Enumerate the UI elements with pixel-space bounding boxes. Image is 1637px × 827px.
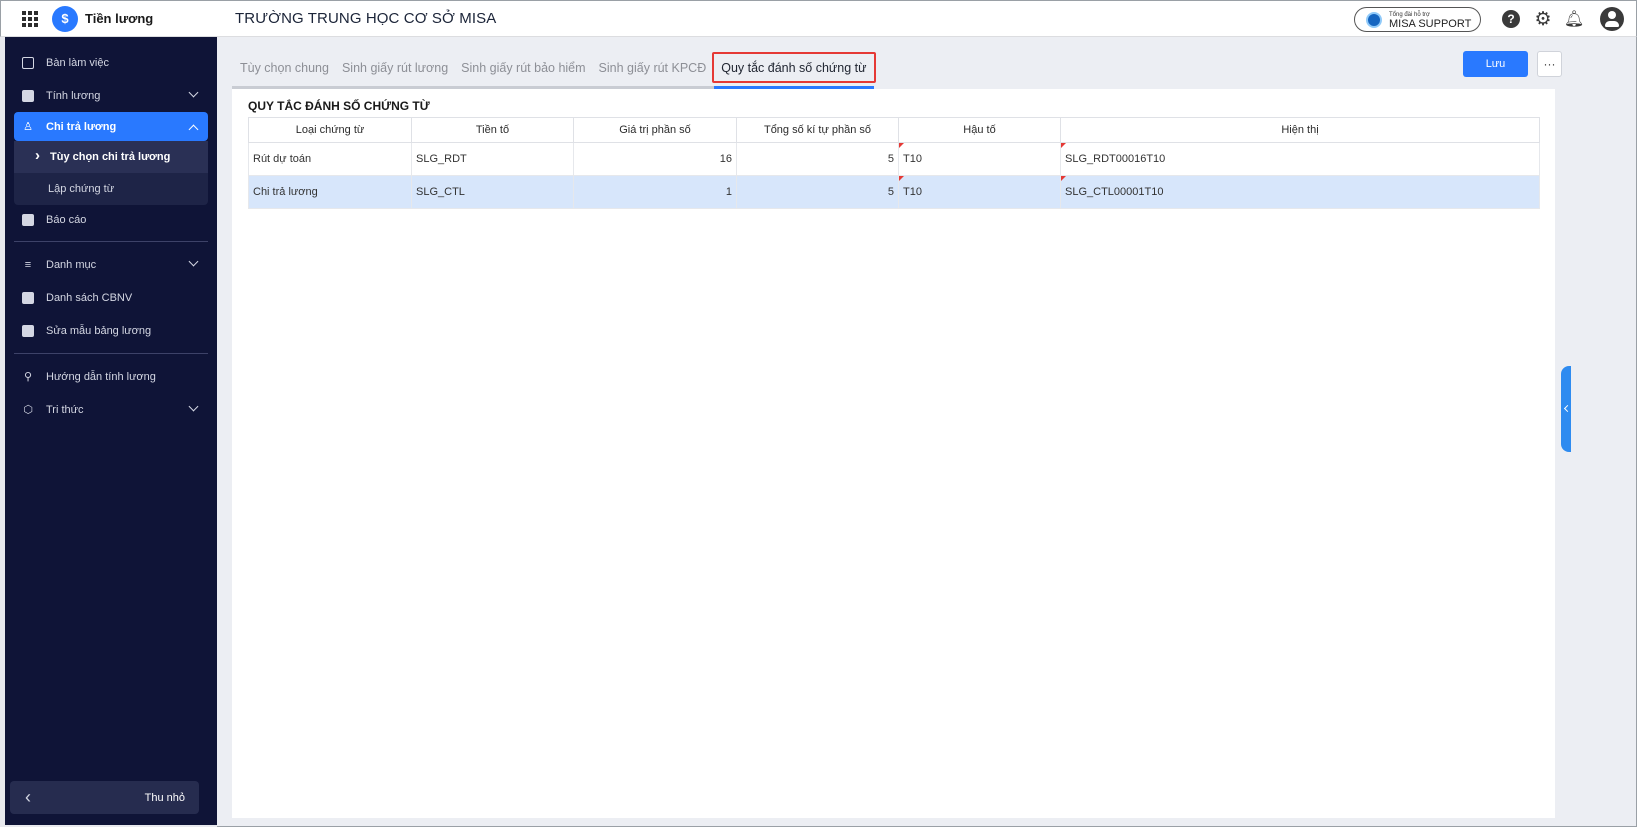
column-header[interactable]: Hậu tố <box>898 117 1061 143</box>
edited-marker <box>1061 176 1066 181</box>
column-header[interactable]: Hiện thị <box>1060 117 1540 143</box>
app-name: Tiền lương <box>85 11 154 26</box>
cell-prefix[interactable]: SLG_RDT <box>411 142 574 176</box>
sidebar-subitem-payment-options[interactable]: Tùy chọn chi trả lương <box>14 141 208 173</box>
support-button[interactable]: Tổng đài hỗ trợ MISA SUPPORT <box>1354 7 1481 32</box>
template-icon <box>22 324 34 337</box>
table-header-row: Loại chứng từ Tiền tố Giá trị phần số Tổ… <box>248 117 1540 143</box>
cell-display: SLG_RDT00016T10 <box>1060 142 1540 176</box>
chevron-down-icon <box>188 401 199 412</box>
help-icon[interactable]: ? <box>1502 10 1520 28</box>
bell-icon[interactable]: 🔔︎ <box>1564 10 1584 28</box>
collapse-label: Thu nhỏ <box>144 791 185 804</box>
sidebar-item-label: Sửa mẫu bảng lương <box>46 324 152 337</box>
apps-grid-icon[interactable] <box>22 10 38 27</box>
tabs-row: Tùy chọn chung Sinh giấy rút lương Sinh … <box>232 51 1628 89</box>
report-icon <box>22 214 34 226</box>
cell-number-value[interactable]: 1 <box>573 175 737 209</box>
highlight-box <box>712 52 876 83</box>
sidebar-item-payroll[interactable]: Tính lương <box>5 79 217 112</box>
table-row[interactable]: Rút dự toán SLG_RDT 16 5 T10 SLG_RDT0001… <box>248 142 1540 176</box>
sidebar: Bàn làm việc Tính lương ♙ Chi trả lương … <box>0 37 217 827</box>
cell-suffix-value: T10 <box>903 153 922 165</box>
sidebar-item-salary-payment[interactable]: ♙ Chi trả lương <box>14 112 208 141</box>
numbering-rules-table: Loại chứng từ Tiền tố Giá trị phần số Tổ… <box>248 117 1540 209</box>
column-header[interactable]: Giá trị phần số <box>573 117 737 143</box>
knowledge-icon: ⬡ <box>23 404 33 416</box>
sidebar-item-label: Hướng dẫn tính lương <box>46 370 156 383</box>
chevron-left-icon: ‹ <box>25 787 31 807</box>
payout-icon: ♙ <box>23 121 33 133</box>
side-panel-toggle[interactable] <box>1561 366 1571 452</box>
sidebar-divider <box>14 353 208 354</box>
cell-suffix[interactable]: T10 <box>898 175 1061 209</box>
sidebar-item-label: Báo cáo <box>46 214 87 226</box>
cell-digit-count[interactable]: 5 <box>736 142 899 176</box>
main-area: Tùy chọn chung Sinh giấy rút lương Sinh … <box>217 37 1637 827</box>
sidebar-item-label: Tính lương <box>46 89 101 102</box>
sidebar-divider <box>14 241 208 242</box>
salary-payment-submenu: Tùy chọn chi trả lương Lập chứng từ <box>14 141 208 205</box>
column-header[interactable]: Tiền tố <box>411 117 574 143</box>
top-bar: $ Tiền lương TRƯỜNG TRUNG HỌC CƠ SỞ MISA… <box>0 0 1637 37</box>
sidebar-item-knowledge[interactable]: ⬡ Tri thức <box>5 393 217 426</box>
gear-icon[interactable]: ⚙ <box>1534 9 1552 30</box>
more-options-button[interactable]: ··· <box>1537 51 1562 77</box>
cell-digit-count[interactable]: 5 <box>736 175 899 209</box>
sidebar-item-edit-template[interactable]: Sửa mẫu bảng lương <box>5 314 217 347</box>
dashboard-icon <box>22 56 34 69</box>
cell-display: SLG_CTL00001T10 <box>1060 175 1540 209</box>
sidebar-item-label: Chi trả lương <box>46 120 117 133</box>
list-icon: ≡ <box>24 258 32 271</box>
app-logo: $ <box>52 5 78 32</box>
edited-marker <box>899 176 904 181</box>
sidebar-subitem-label: Tùy chọn chi trả lương <box>50 151 171 163</box>
tab-general-options[interactable]: Tùy chọn chung <box>240 51 329 86</box>
tab-bar: Tùy chọn chung Sinh giấy rút lương Sinh … <box>232 51 876 89</box>
tab-union-fee-withdrawal[interactable]: Sinh giấy rút KPCĐ <box>599 51 707 86</box>
guide-icon: ⚲ <box>23 371 33 383</box>
user-icon[interactable] <box>1600 7 1624 31</box>
save-button[interactable]: Lưu <box>1463 51 1528 77</box>
sidebar-item-label: Tri thức <box>46 403 84 416</box>
column-header[interactable]: Tổng số kí tự phần số <box>736 117 899 143</box>
content-panel: QUY TẮC ĐÁNH SỐ CHỨNG TỪ Loại chứng từ T… <box>232 89 1555 818</box>
tab-salary-withdrawal[interactable]: Sinh giấy rút lương <box>342 51 448 86</box>
cell-suffix[interactable]: T10 <box>898 142 1061 176</box>
cell-voucher-type[interactable]: Chi trả lương <box>248 175 412 209</box>
sidebar-item-dashboard[interactable]: Bàn làm việc <box>5 46 217 79</box>
edited-marker <box>1061 143 1066 148</box>
support-label: MISA SUPPORT <box>1389 17 1472 30</box>
tab-voucher-numbering[interactable]: Quy tắc đánh số chứng từ <box>712 51 876 89</box>
column-header[interactable]: Loại chứng từ <box>248 117 412 143</box>
cell-voucher-type[interactable]: Rút dự toán <box>248 142 412 176</box>
cell-suffix-value: T10 <box>903 186 922 198</box>
wallet-icon <box>22 89 34 102</box>
sidebar-subitem-label: Lập chứng từ <box>48 183 115 195</box>
table-row[interactable]: Chi trả lương SLG_CTL 1 5 T10 SLG_CTL000… <box>248 175 1540 209</box>
chevron-up-icon <box>188 124 199 135</box>
sidebar-item-label: Danh mục <box>46 258 97 271</box>
sidebar-item-label: Bàn làm việc <box>46 56 109 69</box>
tab-insurance-withdrawal[interactable]: Sinh giấy rút bảo hiểm <box>461 51 585 86</box>
section-title: QUY TẮC ĐÁNH SỐ CHỨNG TỪ <box>248 99 430 113</box>
sidebar-item-reports[interactable]: Báo cáo <box>5 205 217 235</box>
edited-marker <box>899 143 904 148</box>
cell-display-value: SLG_RDT00016T10 <box>1065 153 1166 165</box>
staff-icon <box>22 291 34 304</box>
sidebar-item-catalog[interactable]: ≡ Danh mục <box>5 248 217 281</box>
cell-number-value[interactable]: 16 <box>573 142 737 176</box>
sidebar-item-guide[interactable]: ⚲ Hướng dẫn tính lương <box>5 360 217 393</box>
cell-prefix[interactable]: SLG_CTL <box>411 175 574 209</box>
org-name: TRƯỜNG TRUNG HỌC CƠ SỞ MISA <box>235 10 497 27</box>
chevron-down-icon <box>188 256 199 267</box>
chevron-down-icon <box>188 87 199 98</box>
sidebar-item-staff-list[interactable]: Danh sách CBNV <box>5 281 217 314</box>
sidebar-subitem-create-voucher[interactable]: Lập chứng từ <box>14 173 208 205</box>
cell-display-value: SLG_CTL00001T10 <box>1065 186 1164 198</box>
collapse-sidebar-button[interactable]: ‹ Thu nhỏ <box>10 781 199 814</box>
sidebar-item-label: Danh sách CBNV <box>46 291 133 304</box>
headset-icon <box>1366 11 1382 28</box>
